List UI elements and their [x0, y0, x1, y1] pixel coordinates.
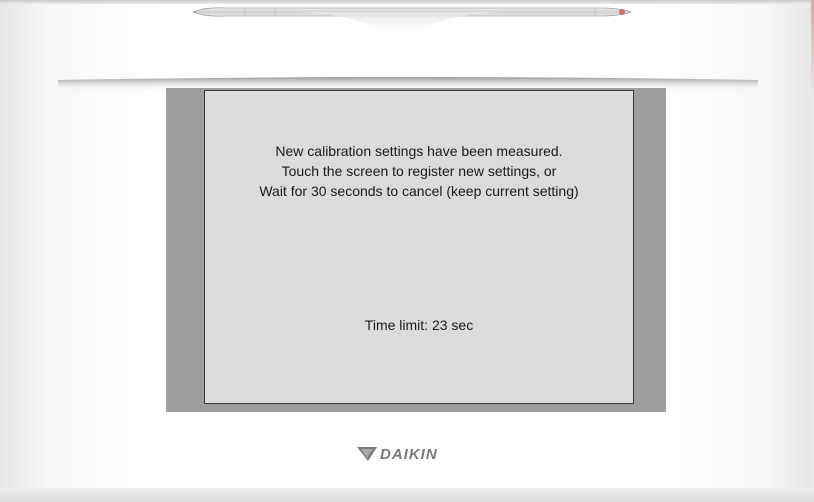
logo-text: DAIKIN	[380, 445, 438, 463]
message-line-3: Wait for 30 seconds to cancel (keep curr…	[259, 183, 579, 199]
touch-panel-device: New calibration settings have been measu…	[0, 0, 814, 502]
message-line-2: Touch the screen to register new setting…	[281, 163, 557, 179]
calibration-message: New calibration settings have been measu…	[205, 141, 633, 201]
stylus-slot	[300, 12, 500, 38]
device-top-edge	[0, 0, 814, 4]
daikin-logo-icon	[357, 447, 377, 461]
time-limit-text: Time limit: 23 sec	[364, 317, 474, 333]
device-bottom-edge	[0, 488, 814, 502]
touch-screen[interactable]: New calibration settings have been measu…	[204, 90, 634, 404]
brand-logo: DAIKIN	[356, 443, 438, 465]
message-line-1: New calibration settings have been measu…	[275, 143, 563, 159]
